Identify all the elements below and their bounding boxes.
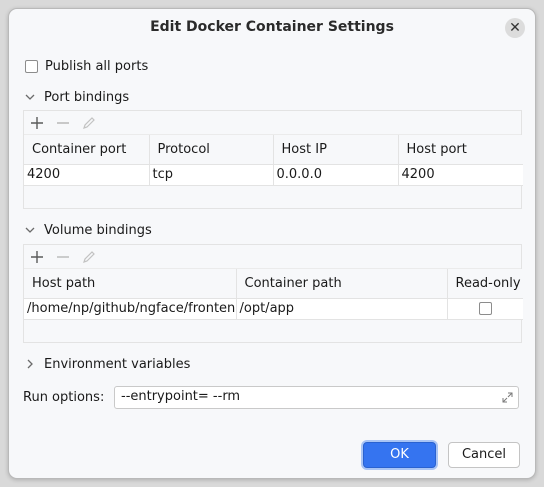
chevron-right-icon[interactable]: [23, 357, 37, 371]
column-header-container-path[interactable]: Container path: [236, 269, 448, 299]
read-only-checkbox[interactable]: [478, 302, 492, 315]
port-bindings-toolbar: [24, 111, 521, 135]
run-options-value: --entrypoint= --rm: [121, 389, 241, 404]
volume-bindings-header[interactable]: Volume bindings: [23, 221, 152, 239]
dialog-title: Edit Docker Container Settings: [150, 19, 394, 35]
chevron-down-icon[interactable]: [23, 223, 37, 237]
volume-bindings-title: Volume bindings: [44, 222, 152, 238]
edit-icon[interactable]: [80, 114, 98, 132]
table-header-row: Container port Protocol Host IP Host por…: [24, 135, 523, 165]
column-header-host-path[interactable]: Host path: [24, 269, 237, 299]
cancel-button[interactable]: Cancel: [448, 442, 520, 468]
table-row[interactable]: 4200 tcp 0.0.0.0 4200: [24, 164, 523, 186]
host-port-cell[interactable]: 4200: [398, 164, 523, 186]
publish-all-ports-label: Publish all ports: [45, 58, 149, 74]
column-header-host-ip[interactable]: Host IP: [273, 135, 399, 165]
run-options-label: Run options:: [23, 390, 105, 405]
container-port-cell[interactable]: 4200: [24, 164, 150, 186]
expand-icon[interactable]: [502, 392, 513, 403]
column-header-container-port[interactable]: Container port: [24, 135, 150, 165]
publish-all-ports-option[interactable]: Publish all ports: [25, 57, 148, 75]
add-icon[interactable]: [28, 114, 46, 132]
edit-docker-container-settings-dialog: Edit Docker Container Settings ✕ Publish…: [8, 8, 536, 479]
remove-icon[interactable]: [54, 248, 72, 266]
port-bindings-title: Port bindings: [44, 89, 130, 105]
volume-bindings-panel: Host path Container path Read-only /home…: [23, 244, 523, 343]
read-only-cell[interactable]: [447, 298, 523, 320]
port-bindings-table: Container port Protocol Host IP Host por…: [24, 135, 523, 186]
host-ip-cell[interactable]: 0.0.0.0: [273, 164, 399, 186]
remove-icon[interactable]: [54, 114, 72, 132]
protocol-cell[interactable]: tcp: [149, 164, 274, 186]
table-header-row: Host path Container path Read-only: [24, 269, 523, 299]
host-path-cell[interactable]: /home/np/github/ngface/frontend: [24, 298, 237, 320]
volume-bindings-toolbar: [24, 245, 521, 269]
add-icon[interactable]: [28, 248, 46, 266]
title-bar[interactable]: Edit Docker Container Settings ✕: [9, 9, 535, 47]
column-header-host-port[interactable]: Host port: [398, 135, 523, 165]
chevron-down-icon[interactable]: [23, 90, 37, 104]
run-options-row: Run options:: [23, 386, 104, 409]
column-header-protocol[interactable]: Protocol: [149, 135, 274, 165]
publish-all-ports-checkbox[interactable]: [25, 59, 38, 73]
volume-bindings-table: Host path Container path Read-only /home…: [24, 269, 523, 320]
close-icon: ✕: [509, 20, 521, 36]
ok-button[interactable]: OK: [363, 442, 436, 468]
environment-variables-header[interactable]: Environment variables: [23, 355, 190, 373]
edit-icon[interactable]: [80, 248, 98, 266]
environment-variables-title: Environment variables: [44, 356, 191, 372]
port-bindings-panel: Container port Protocol Host IP Host por…: [23, 110, 523, 209]
table-row[interactable]: /home/np/github/ngface/frontend /opt/app: [24, 298, 523, 320]
port-bindings-header[interactable]: Port bindings: [23, 88, 129, 106]
column-header-read-only[interactable]: Read-only: [447, 269, 523, 299]
run-options-input[interactable]: --entrypoint= --rm: [114, 386, 519, 409]
container-path-cell[interactable]: /opt/app: [236, 298, 448, 320]
close-button[interactable]: ✕: [505, 18, 525, 38]
